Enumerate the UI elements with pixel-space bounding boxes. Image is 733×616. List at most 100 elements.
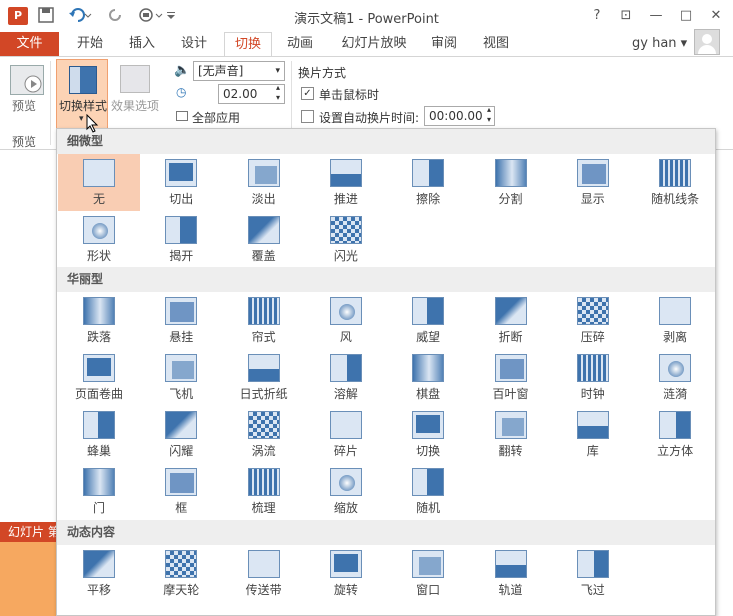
- tab-view[interactable]: 视图: [472, 32, 520, 56]
- transition-item-label: 覆盖: [251, 249, 276, 263]
- effect-options-icon[interactable]: [120, 65, 150, 93]
- apply-all-button[interactable]: 全部应用: [192, 109, 240, 126]
- transition-item[interactable]: 压碎: [552, 292, 634, 349]
- spinner-arrows-icon[interactable]: ▴ ▾: [276, 83, 280, 103]
- transition-item[interactable]: 轨道: [470, 545, 552, 602]
- transition-item[interactable]: 窗口: [387, 545, 469, 602]
- transition-item[interactable]: 碎片: [305, 406, 387, 463]
- transition-item[interactable]: 折断: [470, 292, 552, 349]
- transition-item[interactable]: 威望: [387, 292, 469, 349]
- tab-home[interactable]: 开始: [66, 32, 114, 56]
- duration-spinner[interactable]: 02.00 ▴ ▾: [218, 83, 285, 104]
- transition-item[interactable]: 时钟: [552, 349, 634, 406]
- transition-item[interactable]: 摩天轮: [140, 545, 222, 602]
- transition-item[interactable]: 门: [58, 463, 140, 520]
- transition-item-label: 百叶窗: [492, 387, 529, 401]
- transition-item-label: 窗口: [416, 583, 441, 597]
- transition-item[interactable]: 页面卷曲: [58, 349, 140, 406]
- transition-item[interactable]: 棋盘: [387, 349, 469, 406]
- transition-item[interactable]: 随机线条: [634, 154, 716, 211]
- tab-animations[interactable]: 动画: [276, 32, 324, 56]
- transition-item[interactable]: 缩放: [305, 463, 387, 520]
- help-icon[interactable]: ?: [586, 6, 608, 26]
- transition-item-label: 跌落: [86, 330, 111, 344]
- transition-thumbnail-icon: [83, 297, 115, 325]
- ribbon-display-icon[interactable]: ⊡: [615, 6, 637, 26]
- minimize-icon[interactable]: —: [645, 6, 667, 26]
- transition-item[interactable]: 涟漪: [634, 349, 716, 406]
- transition-item[interactable]: 溶解: [305, 349, 387, 406]
- sound-icon: 🔈: [174, 63, 191, 78]
- transition-item[interactable]: 框: [140, 463, 222, 520]
- transition-item[interactable]: 百叶窗: [470, 349, 552, 406]
- transition-thumbnail-icon: [165, 297, 198, 325]
- transition-item[interactable]: 翻转: [470, 406, 552, 463]
- transition-thumbnail-icon: [412, 297, 445, 325]
- transition-item[interactable]: 淡出: [223, 154, 305, 211]
- transition-item[interactable]: 悬挂: [140, 292, 222, 349]
- user-name[interactable]: gy han ▾: [632, 36, 687, 51]
- transition-item-label: 摩天轮: [163, 583, 200, 597]
- transition-item[interactable]: 跌落: [58, 292, 140, 349]
- tab-file[interactable]: 文件: [0, 32, 59, 56]
- transition-style-button[interactable]: 切换样式 ▾: [56, 59, 108, 131]
- transition-thumbnail-icon: [412, 411, 445, 439]
- transition-item-label: 帘式: [251, 330, 276, 344]
- avatar[interactable]: [694, 29, 720, 55]
- transition-thumbnail-icon: [329, 159, 362, 187]
- transition-item[interactable]: 梳理: [223, 463, 305, 520]
- transition-item[interactable]: 传送带: [223, 545, 305, 602]
- transition-item[interactable]: 涡流: [223, 406, 305, 463]
- tab-slideshow[interactable]: 幻灯片放映: [334, 32, 414, 56]
- transition-item-label: 梳理: [251, 501, 276, 515]
- slide-background: [0, 542, 60, 616]
- transition-item[interactable]: 平移: [58, 545, 140, 602]
- transition-item-label: 折断: [498, 330, 523, 344]
- transition-item[interactable]: 切出: [140, 154, 222, 211]
- transition-item[interactable]: 随机: [387, 463, 469, 520]
- transition-item[interactable]: 立方体: [634, 406, 716, 463]
- transition-item[interactable]: 分割: [470, 154, 552, 211]
- tab-review[interactable]: 审阅: [420, 32, 468, 56]
- transition-item[interactable]: 旋转: [305, 545, 387, 602]
- transition-item[interactable]: 帘式: [223, 292, 305, 349]
- transition-item[interactable]: 覆盖: [223, 211, 305, 268]
- transition-item[interactable]: 显示: [552, 154, 634, 211]
- tab-insert[interactable]: 插入: [118, 32, 166, 56]
- preview-icon[interactable]: [10, 65, 44, 95]
- transition-thumbnail-icon: [83, 468, 115, 496]
- transition-item[interactable]: 闪耀: [140, 406, 222, 463]
- after-time-checkbox[interactable]: [301, 110, 314, 123]
- transition-item[interactable]: 日式折纸: [223, 349, 305, 406]
- transition-thumbnail-icon: [329, 411, 362, 439]
- transition-item[interactable]: 剥离: [634, 292, 716, 349]
- preview-button[interactable]: 预览: [12, 97, 36, 114]
- transition-item[interactable]: 切换: [387, 406, 469, 463]
- transition-item[interactable]: 飞机: [140, 349, 222, 406]
- transition-item-label: 飞过: [580, 583, 605, 597]
- transition-item-label: 轨道: [498, 583, 523, 597]
- transition-item[interactable]: 形状: [58, 211, 140, 268]
- transition-item[interactable]: 库: [552, 406, 634, 463]
- transition-item[interactable]: 揭开: [140, 211, 222, 268]
- transition-item[interactable]: 飞过: [552, 545, 634, 602]
- transition-item[interactable]: 风: [305, 292, 387, 349]
- transition-item[interactable]: 闪光: [305, 211, 387, 268]
- on-click-checkbox[interactable]: ✓: [301, 87, 314, 100]
- gallery-section-header: 细微型: [57, 129, 715, 154]
- transition-thumbnail-icon: [247, 411, 280, 439]
- after-time-spinner[interactable]: 00:00.00 ▴ ▾: [424, 105, 495, 126]
- transition-item[interactable]: 蜂巢: [58, 406, 140, 463]
- maximize-icon[interactable]: □: [675, 6, 697, 26]
- close-icon[interactable]: ✕: [705, 6, 727, 26]
- tab-design[interactable]: 设计: [170, 32, 218, 56]
- tab-transitions[interactable]: 切换: [224, 32, 272, 57]
- sound-dropdown[interactable]: [无声音] ▾: [193, 61, 285, 81]
- transition-item[interactable]: 无: [58, 154, 140, 211]
- transition-item[interactable]: 擦除: [387, 154, 469, 211]
- transition-item-label: 平移: [86, 583, 111, 597]
- spinner-arrows-icon[interactable]: ▴ ▾: [487, 105, 491, 125]
- transition-item[interactable]: 推进: [305, 154, 387, 211]
- transition-item-label: 框: [175, 501, 188, 515]
- effect-options-button[interactable]: 效果选项: [111, 97, 159, 114]
